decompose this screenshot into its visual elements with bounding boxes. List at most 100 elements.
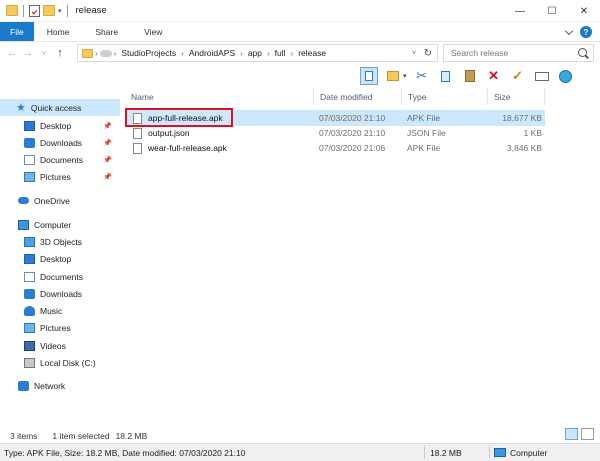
copy-icon[interactable] [437, 67, 455, 85]
preview-pane-icon[interactable] [360, 67, 378, 85]
tab-view[interactable]: View [131, 22, 175, 41]
file-list: Name Date modified Type Size app-full-re… [121, 88, 600, 420]
computer-icon [18, 219, 29, 230]
command-toolbar: ▾ ✂ ✕ ✓ [360, 64, 575, 88]
file-date: 07/03/2020 21:10 [319, 128, 386, 138]
file-size: 1 KB [523, 128, 542, 138]
breadcrumb-release[interactable]: release [295, 48, 329, 58]
nav-item-label: Videos [40, 340, 66, 351]
nav-item-local-disk[interactable]: Local Disk (C:) [0, 354, 120, 371]
forward-button[interactable]: → [20, 47, 36, 59]
local-disk-icon [24, 357, 35, 368]
expand-ribbon-icon[interactable] [564, 26, 574, 35]
breadcrumb-androidaps[interactable]: AndroidAPS [186, 48, 238, 58]
search-input[interactable]: Search release [451, 48, 508, 58]
file-size: 3,846 KB [507, 143, 542, 153]
file-icon [133, 142, 142, 154]
file-name-cell: output.json [133, 125, 190, 141]
search-box[interactable]: Search release [443, 44, 594, 62]
details-view-icon[interactable] [565, 428, 578, 440]
rename-icon[interactable] [533, 67, 551, 85]
file-row[interactable]: wear-full-release.apk 07/03/2020 21:06 A… [125, 140, 545, 156]
column-header-date[interactable]: Date modified [314, 88, 402, 105]
documents-icon [24, 271, 35, 282]
details-size: 18.2 MB [430, 447, 462, 458]
search-icon[interactable] [578, 48, 587, 57]
nav-item-label: OneDrive [34, 195, 70, 206]
nav-item-music[interactable]: Music [0, 302, 120, 319]
cut-icon[interactable]: ✂ [413, 67, 431, 85]
navigation-pane: ★ Quick access Desktop 📌 Downloads 📌 Doc… [0, 92, 120, 422]
maximize-button[interactable]: ☐ [536, 0, 568, 22]
globe-icon[interactable] [557, 67, 575, 85]
breadcrumb-full[interactable]: full [272, 48, 289, 58]
back-button[interactable]: ← [4, 47, 20, 59]
minimize-button[interactable]: — [504, 0, 536, 22]
nav-item-downloads[interactable]: Downloads 📌 [0, 134, 120, 151]
nav-item-label: Documents [40, 271, 83, 282]
close-button[interactable]: ✕ [568, 0, 600, 22]
pin-icon: 📌 [103, 173, 112, 181]
column-headers: Name Date modified Type Size [121, 88, 600, 105]
checkmark-icon[interactable]: ✓ [509, 67, 527, 85]
breadcrumb-separator: › [113, 48, 117, 58]
nav-item-3d-objects[interactable]: 3D Objects [0, 233, 120, 250]
nav-item-label: Pictures [40, 322, 71, 333]
nav-item-onedrive[interactable]: OneDrive [0, 192, 120, 209]
nav-item-documents[interactable]: Documents 📌 [0, 151, 120, 168]
paste-icon[interactable] [461, 67, 479, 85]
music-icon [24, 305, 35, 316]
address-bar[interactable]: › › StudioProjects › AndroidAPS › app › … [77, 44, 438, 62]
view-switcher [565, 428, 594, 440]
refresh-button[interactable]: ↻ [421, 45, 435, 61]
nav-item-quick-access[interactable]: ★ Quick access [0, 99, 120, 116]
separator [23, 4, 24, 17]
window-title: release [75, 5, 107, 16]
tab-share[interactable]: Share [82, 22, 131, 41]
downloads-icon [24, 137, 35, 148]
nav-item-label: Desktop [40, 120, 72, 131]
column-header-name[interactable]: Name [125, 88, 314, 105]
pin-icon: 📌 [103, 156, 112, 164]
up-button[interactable]: ↑ [52, 47, 68, 59]
computer-icon [494, 448, 506, 457]
tab-file[interactable]: File [0, 22, 34, 41]
nav-item-pictures[interactable]: Pictures [0, 319, 120, 336]
address-dropdown-button[interactable]: ˅ [409, 45, 419, 61]
nav-item-label: Music [40, 305, 63, 316]
recent-locations-button[interactable]: ˅ [36, 49, 52, 58]
breadcrumb-separator: › [240, 48, 243, 58]
view-dropdown-icon[interactable]: ▾ [403, 72, 407, 80]
file-row[interactable]: output.json 07/03/2020 21:10 JSON File 1… [125, 125, 545, 141]
column-header-size[interactable]: Size [488, 88, 545, 105]
nav-item-network[interactable]: Network [0, 377, 120, 394]
breadcrumb-separator: › [267, 48, 270, 58]
documents-icon [24, 154, 35, 165]
large-icons-view-icon[interactable] [581, 428, 594, 440]
nav-item-desktop[interactable]: Desktop 📌 [0, 117, 120, 134]
details-bar: Type: APK File, Size: 18.2 MB, Date modi… [0, 443, 600, 461]
file-name: wear-full-release.apk [148, 143, 227, 153]
nav-item-pictures[interactable]: Pictures 📌 [0, 168, 120, 185]
customize-toolbar-icon[interactable]: ▾ [58, 7, 62, 15]
delete-icon[interactable]: ✕ [485, 67, 503, 85]
tab-home[interactable]: Home [34, 22, 83, 41]
breadcrumb-studioprojects[interactable]: StudioProjects [118, 48, 179, 58]
properties-icon[interactable] [29, 4, 40, 17]
window-controls: — ☐ ✕ [504, 0, 600, 22]
breadcrumb-app[interactable]: app [245, 48, 265, 58]
nav-item-label: 3D Objects [40, 236, 83, 247]
folder-icon[interactable] [6, 5, 18, 16]
column-header-type[interactable]: Type [402, 88, 488, 105]
view-options-icon[interactable] [384, 67, 402, 85]
desktop-icon [24, 120, 35, 131]
nav-item-videos[interactable]: Videos [0, 337, 120, 354]
nav-item-label: Computer [34, 219, 72, 230]
highlight-annotation-box [125, 108, 233, 127]
help-icon[interactable]: ? [580, 26, 592, 38]
new-folder-icon[interactable] [43, 5, 55, 16]
nav-item-desktop[interactable]: Desktop [0, 250, 120, 267]
nav-item-documents[interactable]: Documents [0, 268, 120, 285]
nav-item-downloads[interactable]: Downloads [0, 285, 120, 302]
nav-item-computer[interactable]: Computer [0, 216, 120, 233]
